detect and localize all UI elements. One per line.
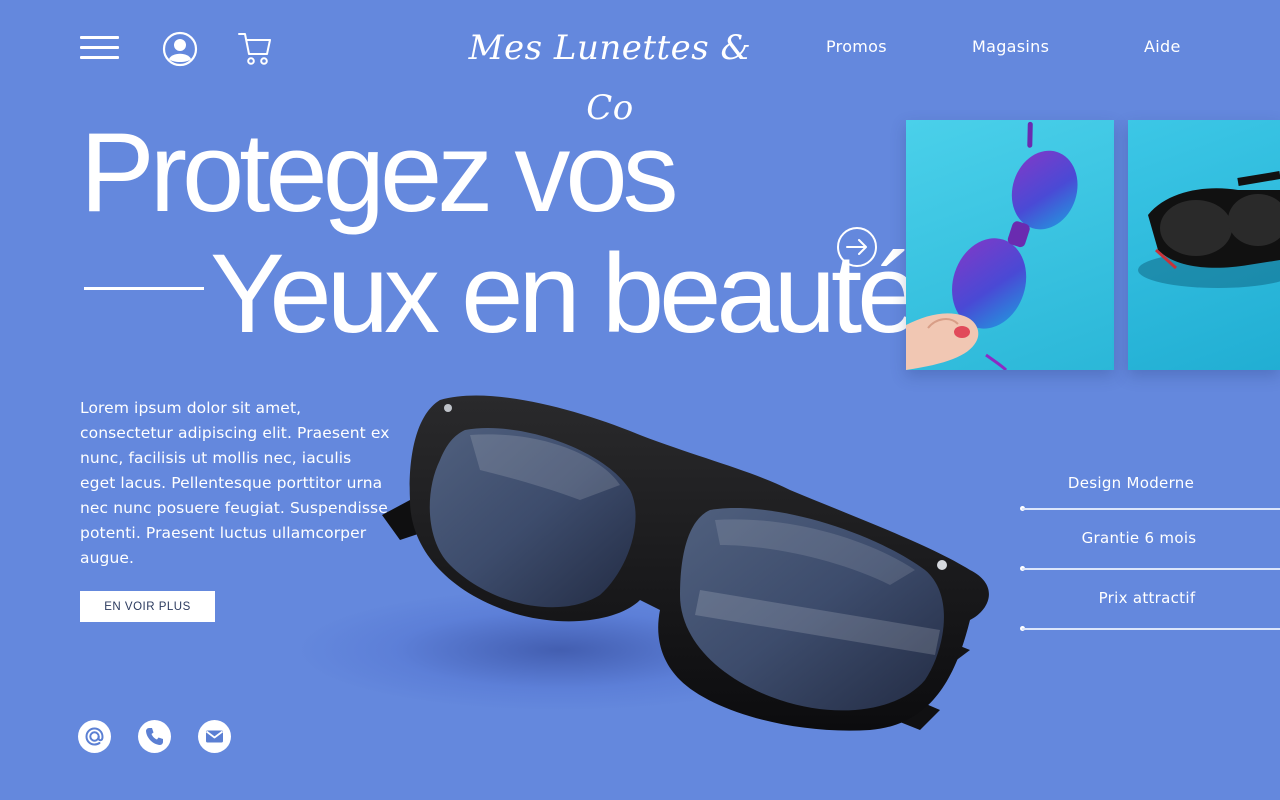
feature-prix-attractif: Prix attractif — [1098, 589, 1196, 607]
mail-button[interactable] — [198, 720, 231, 753]
feature-design-moderne: Design Moderne — [1067, 474, 1195, 492]
nav-link-promos[interactable]: Promos — [826, 37, 887, 56]
black-sunglasses-hero-image — [382, 395, 989, 731]
product-tile-black-sunglasses[interactable] — [1128, 120, 1280, 370]
hero-title-line-2: Yeux en beauté — [210, 231, 919, 356]
menu-icon-bar — [80, 56, 119, 59]
black-sunglasses-photo — [1138, 171, 1280, 288]
see-more-button[interactable]: EN VOIR PLUS — [80, 591, 215, 622]
nav-link-aide[interactable]: Aide — [1144, 37, 1181, 56]
hero-dash — [84, 286, 204, 290]
nav-link-magasins[interactable]: Magasins — [972, 37, 1049, 56]
hero-title-line-2-wrapper: Yeux en beauté — [84, 238, 919, 350]
arrow-right-icon — [837, 227, 877, 267]
gallery-next-button[interactable] — [836, 226, 878, 268]
menu-icon-bar — [80, 46, 119, 49]
feature-divider — [1022, 628, 1280, 630]
account-button[interactable] — [162, 31, 198, 67]
feature-divider — [1022, 568, 1280, 570]
cart-icon — [238, 33, 271, 65]
menu-button[interactable] — [80, 34, 120, 62]
product-tile-purple-sunglasses[interactable] — [906, 120, 1114, 370]
mail-icon — [205, 730, 224, 743]
email-at-button[interactable] — [78, 720, 111, 753]
intro-paragraph: Lorem ipsum dolor sit amet, consectetur … — [80, 399, 390, 567]
user-icon — [162, 31, 198, 67]
feature-garantie: Grantie 6 mois — [1081, 529, 1197, 547]
cart-button[interactable] — [237, 30, 273, 68]
feature-divider — [1022, 508, 1280, 510]
purple-sunglasses-photo — [906, 121, 1078, 370]
phone-button[interactable] — [138, 720, 171, 753]
phone-icon — [146, 728, 163, 745]
menu-icon-bar — [80, 36, 119, 39]
at-icon — [85, 727, 104, 746]
brand-logo[interactable]: Mes Lunettes & Co — [440, 18, 780, 128]
hero-title-line-1: Protegez vos — [80, 110, 679, 235]
